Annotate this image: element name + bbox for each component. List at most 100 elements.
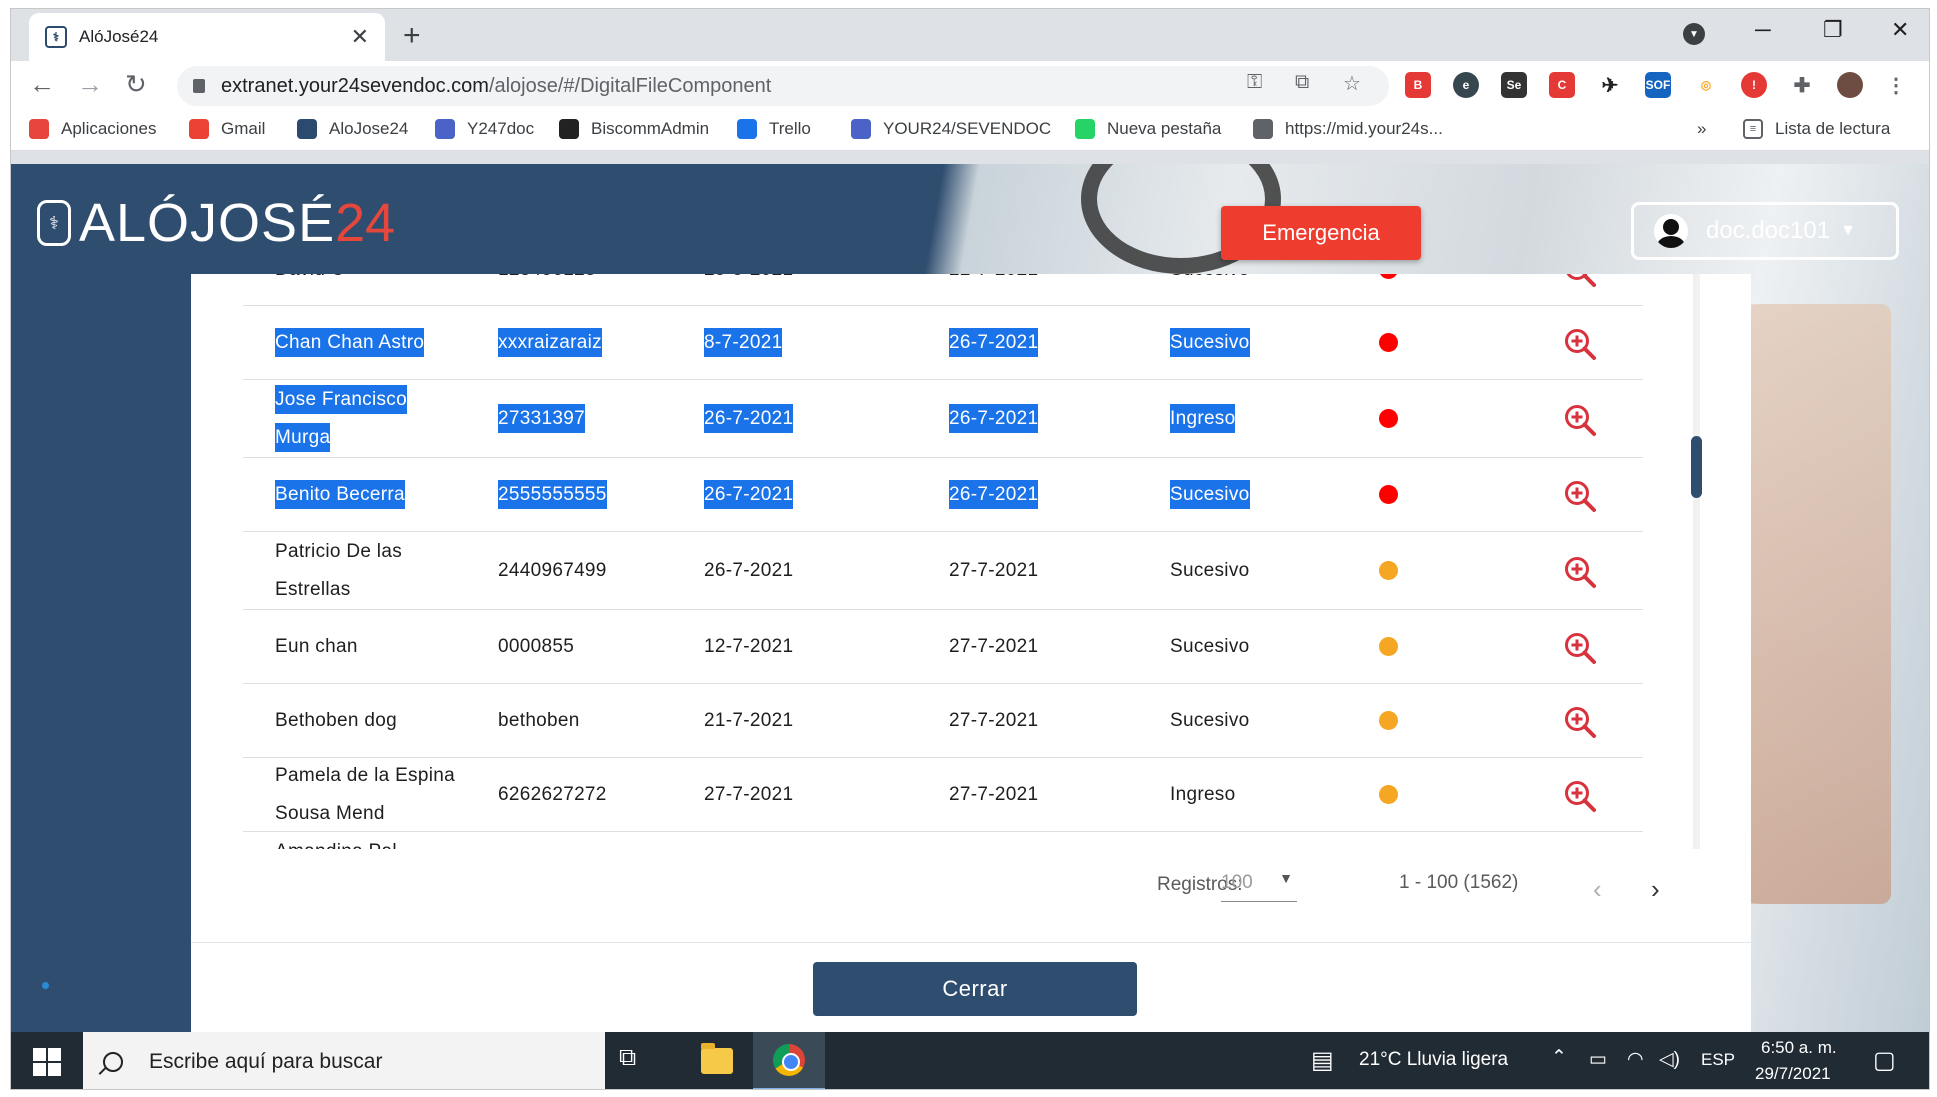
- volume-icon[interactable]: ◁): [1659, 1048, 1680, 1071]
- user-menu-button[interactable]: doc.doc101 ▼: [1631, 202, 1899, 260]
- new-tab-button[interactable]: +: [403, 19, 421, 53]
- zoom-in-icon[interactable]: [1563, 705, 1597, 739]
- extension-lastpass-icon[interactable]: B: [1405, 72, 1431, 98]
- more-bookmarks-icon[interactable]: »: [1697, 119, 1706, 139]
- translate-icon[interactable]: ⧉: [1295, 71, 1309, 94]
- extensions-puzzle-icon[interactable]: ✚: [1789, 72, 1815, 98]
- cell-text: 123456123: [498, 274, 596, 284]
- scrollbar-thumb[interactable]: [1691, 436, 1702, 498]
- chrome-icon: [773, 1044, 805, 1076]
- extension-c-icon[interactable]: C: [1549, 72, 1575, 98]
- page-size-select[interactable]: 100 ▼: [1221, 870, 1297, 902]
- taskbar-search[interactable]: Escribe aquí para buscar: [83, 1032, 605, 1089]
- extension-sof-icon[interactable]: SOF: [1645, 72, 1671, 98]
- bookmark-item[interactable]: Gmail: [189, 119, 265, 139]
- cell-id: 2555555555: [498, 476, 648, 514]
- tray-chevron-icon[interactable]: ⌃: [1551, 1046, 1567, 1069]
- key-icon[interactable]: ⚿: [1247, 71, 1262, 94]
- bookmark-item[interactable]: YOUR24/SEVENDOC: [851, 119, 1051, 139]
- weather-label[interactable]: 21°C Lluvia ligera: [1359, 1049, 1508, 1071]
- trello-icon: [737, 119, 757, 139]
- table-row[interactable]: Eun chan 0000855 12-7-2021 27-7-2021 Sucesiv…: [243, 610, 1643, 684]
- language-indicator[interactable]: ESP: [1701, 1050, 1735, 1070]
- extension-selenium-icon[interactable]: Se: [1501, 72, 1527, 98]
- bookmark-star-icon[interactable]: ☆: [1343, 71, 1361, 96]
- task-view-icon[interactable]: ⧉: [619, 1044, 636, 1072]
- y247doc-icon: [435, 119, 455, 139]
- cell-name: Patricio De las Estrellas: [275, 533, 455, 609]
- cell-text: Chan Chan Astro: [275, 328, 425, 357]
- cell-name: Pamela de la Espina Sousa Mend: [275, 757, 455, 833]
- table-row[interactable]: Jose Francisco Murga 27331397 26-7-2021 26-…: [243, 380, 1643, 458]
- windows-start-icon[interactable]: [33, 1048, 61, 1076]
- clock-date[interactable]: 29/7/2021: [1755, 1064, 1831, 1084]
- next-page-icon[interactable]: ›: [1651, 874, 1660, 905]
- app-logo[interactable]: ⚕ ALÓJOSÉ 24: [37, 192, 395, 254]
- clock-time[interactable]: 6:50 a. m.: [1761, 1038, 1837, 1058]
- status-dot: [1379, 785, 1398, 804]
- back-icon[interactable]: ←: [29, 69, 55, 100]
- table-row[interactable]: David C 123456123 25-5-2021 22-7-2021 Sucesi…: [243, 274, 1643, 306]
- bookmark-item[interactable]: Nueva pestaña: [1075, 119, 1221, 139]
- user-avatar-icon: [1654, 214, 1688, 248]
- zoom-in-icon[interactable]: [1563, 403, 1597, 437]
- bookmark-item[interactable]: Y247doc: [435, 119, 534, 139]
- tab-search-icon[interactable]: ▼: [1683, 23, 1705, 45]
- cell-date1: 26-7-2021: [704, 476, 854, 514]
- menu-kebab-icon[interactable]: ⋮: [1883, 72, 1909, 98]
- zoom-in-icon[interactable]: [1563, 274, 1597, 288]
- table-row[interactable]: Chan Chan Astro xxxraizaraiz 8-7-2021 26-7-…: [243, 306, 1643, 380]
- wifi-icon[interactable]: ◠: [1627, 1048, 1644, 1071]
- zoom-in-icon[interactable]: [1563, 479, 1597, 513]
- cell-text: 22-7-2021: [949, 274, 1038, 284]
- battery-icon[interactable]: ▭: [1589, 1048, 1607, 1071]
- cell-name: Eun chan: [275, 628, 455, 666]
- zoom-in-icon[interactable]: [1563, 631, 1597, 665]
- restore-icon[interactable]: ❐: [1823, 17, 1843, 43]
- prev-page-icon[interactable]: ‹: [1593, 874, 1602, 905]
- profile-avatar-icon[interactable]: [1837, 72, 1863, 98]
- minimize-icon[interactable]: ─: [1755, 17, 1771, 43]
- emergency-button[interactable]: Emergencia: [1221, 206, 1421, 260]
- reload-icon[interactable]: ↻: [125, 69, 147, 100]
- cell-text: xxxraizaraiz: [498, 328, 602, 357]
- notifications-icon[interactable]: ▢: [1873, 1046, 1896, 1075]
- table-row[interactable]: Amandina Pal: [243, 832, 1643, 849]
- browser-tab[interactable]: ⚕ AlóJosé24 ✕: [29, 13, 385, 61]
- reading-list-button[interactable]: ≡ Lista de lectura: [1743, 119, 1890, 139]
- zoom-in-icon[interactable]: [1563, 779, 1597, 813]
- patients-table: David C 123456123 25-5-2021 22-7-2021 Sucesi…: [243, 274, 1655, 849]
- forward-icon[interactable]: →: [77, 69, 103, 100]
- zoom-in-icon[interactable]: [1563, 327, 1597, 361]
- bookmark-item[interactable]: https://mid.your24s...: [1253, 119, 1443, 139]
- extension-shield-icon[interactable]: !: [1741, 72, 1767, 98]
- status-dot: [1379, 333, 1398, 352]
- chrome-taskbar-button[interactable]: [753, 1032, 825, 1089]
- table-row[interactable]: Bethoben dog bethoben 21-7-2021 27-7-2021 Su…: [243, 684, 1643, 758]
- table-row[interactable]: Patricio De las Estrellas 2440967499 26-7-…: [243, 532, 1643, 610]
- cell-date1: 12-7-2021: [704, 628, 854, 666]
- bookmark-item[interactable]: Trello: [737, 119, 811, 139]
- modal-divider: [191, 942, 1751, 943]
- scrollbar-track[interactable]: [1693, 274, 1700, 849]
- url-host: extranet.your24sevendoc.com: [221, 74, 489, 97]
- table-row[interactable]: Benito Becerra 2555555555 26-7-2021 26-7-20…: [243, 458, 1643, 532]
- extension-e-icon[interactable]: e: [1453, 72, 1479, 98]
- windows-taskbar: Escribe aquí para buscar ⧉ ▤ 21°C Lluvia…: [11, 1032, 1929, 1089]
- file-explorer-icon[interactable]: [701, 1043, 733, 1074]
- angular-icon: [559, 119, 579, 139]
- extension-arrow-icon[interactable]: ✈: [1597, 72, 1623, 98]
- cell-type: Sucesivo: [1170, 552, 1290, 590]
- bookmark-item[interactable]: BiscommAdmin: [559, 119, 709, 139]
- table-row[interactable]: Pamela de la Espina Sousa Mend 6262627272…: [243, 758, 1643, 832]
- zoom-in-icon[interactable]: [1563, 555, 1597, 589]
- window-close-icon[interactable]: ✕: [1891, 17, 1909, 43]
- bookmark-item[interactable]: AloJose24: [297, 119, 408, 139]
- close-button[interactable]: Cerrar: [813, 962, 1137, 1016]
- tab-close-icon[interactable]: ✕: [351, 24, 369, 50]
- bookmark-label: BiscommAdmin: [591, 119, 710, 138]
- extension-circle-icon[interactable]: ◎: [1693, 72, 1719, 98]
- bookmark-item[interactable]: Aplicaciones: [29, 119, 156, 139]
- address-bar[interactable]: extranet.your24sevendoc.com /alojose/#/D…: [177, 66, 1389, 106]
- lock-icon: [193, 79, 205, 93]
